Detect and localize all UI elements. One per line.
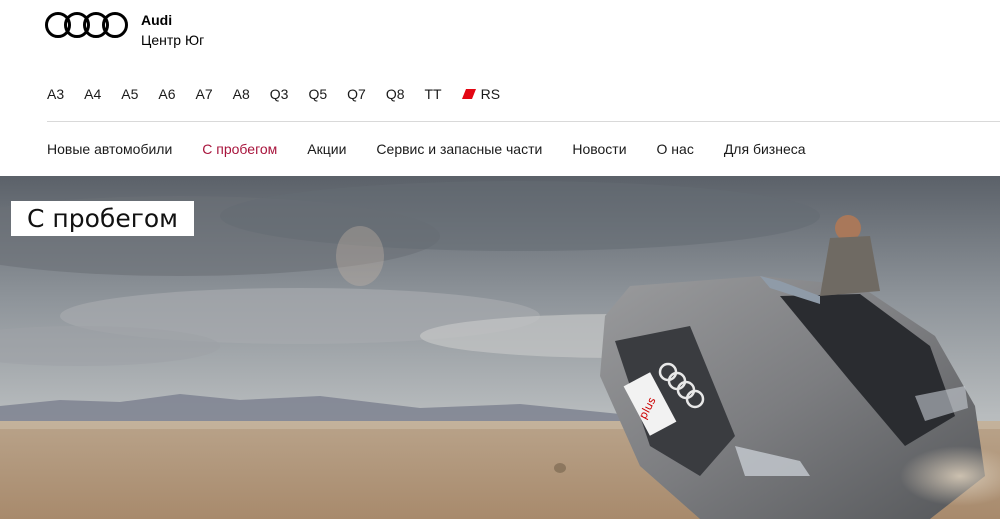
- model-nav: A3 A4 A5 A6 A7 A8 Q3 Q5 Q7 Q8 TT RS: [47, 84, 520, 104]
- audi-rings-icon: [45, 12, 128, 38]
- nav-news[interactable]: Новости: [572, 139, 626, 159]
- hero-title: С пробегом: [11, 201, 195, 236]
- nav-used-cars[interactable]: С пробегом: [202, 139, 277, 159]
- model-link-q8[interactable]: Q8: [386, 84, 405, 104]
- nav-offers[interactable]: Акции: [307, 139, 346, 159]
- model-link-a5[interactable]: A5: [121, 84, 138, 104]
- model-link-a3[interactable]: A3: [47, 84, 64, 104]
- rs-badge-icon: [461, 89, 476, 99]
- nav-business[interactable]: Для бизнеса: [724, 139, 806, 159]
- dealer-logo-link[interactable]: Audi Центр Юг: [45, 10, 204, 50]
- page: Audi Центр Юг A3 A4 A5 A6 A7 A8 Q3 Q5 Q7…: [0, 0, 1000, 519]
- model-link-a7[interactable]: A7: [196, 84, 213, 104]
- dealer-name: Центр Юг: [141, 32, 205, 48]
- main-nav: Новые автомобили С пробегом Акции Сервис…: [47, 139, 836, 159]
- header-divider: [47, 121, 1000, 122]
- model-link-q7[interactable]: Q7: [347, 84, 366, 104]
- nav-about[interactable]: О нас: [657, 139, 694, 159]
- nav-new-cars[interactable]: Новые автомобили: [47, 139, 172, 159]
- brand-block: Audi Центр Юг: [141, 10, 204, 50]
- model-link-rs-label: RS: [480, 86, 501, 102]
- model-link-a4[interactable]: A4: [84, 84, 101, 104]
- brand-name: Audi: [141, 12, 173, 28]
- model-link-tt[interactable]: TT: [425, 84, 442, 104]
- model-link-a8[interactable]: A8: [233, 84, 250, 104]
- hero-banner: plus С пробегом: [0, 176, 1000, 519]
- model-link-a6[interactable]: A6: [158, 84, 175, 104]
- nav-service-parts[interactable]: Сервис и запасные части: [376, 139, 542, 159]
- model-link-q5[interactable]: Q5: [308, 84, 327, 104]
- model-link-rs[interactable]: RS: [461, 84, 501, 104]
- site-header: Audi Центр Юг A3 A4 A5 A6 A7 A8 Q3 Q5 Q7…: [0, 0, 1000, 176]
- model-link-q3[interactable]: Q3: [270, 84, 289, 104]
